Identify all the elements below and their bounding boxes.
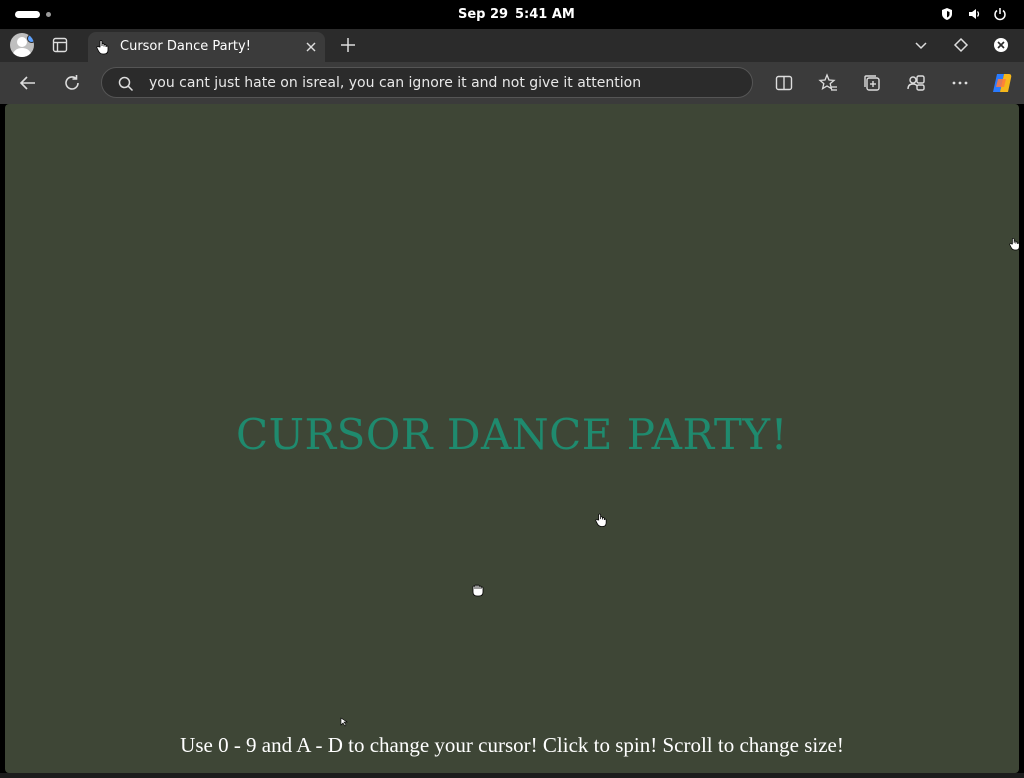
chevron-down-icon[interactable] bbox=[911, 35, 931, 55]
activities-indicator[interactable] bbox=[15, 11, 40, 18]
instructions-text: Use 0 - 9 and A - D to change your curso… bbox=[180, 733, 844, 757]
diamond-icon[interactable] bbox=[951, 35, 971, 55]
address-text[interactable]: you cant just hate on isreal, you can ig… bbox=[149, 75, 641, 91]
close-window-icon[interactable] bbox=[991, 35, 1011, 55]
page-content[interactable]: CURSOR DANCE PARTY! Use 0 - 9 and A - D … bbox=[5, 104, 1021, 773]
tab-title: Cursor Dance Party! bbox=[120, 39, 251, 54]
grab-hand-icon bbox=[471, 582, 485, 601]
navigation-bar: you cant just hate on isreal, you can ig… bbox=[0, 62, 1024, 104]
more-icon[interactable] bbox=[949, 72, 971, 94]
arrow-cursor-icon bbox=[340, 712, 350, 731]
volume-icon[interactable] bbox=[967, 7, 981, 21]
power-icon[interactable] bbox=[993, 7, 1007, 21]
tab-bar: Cursor Dance Party! bbox=[0, 29, 1024, 62]
profile-avatar[interactable] bbox=[10, 33, 34, 57]
search-icon bbox=[117, 75, 135, 93]
workspace-dot bbox=[46, 12, 51, 17]
hand-cursor-icon bbox=[1009, 235, 1021, 257]
tab-actions-icon[interactable] bbox=[50, 35, 70, 55]
back-arrow-icon[interactable] bbox=[17, 72, 39, 94]
favorites-icon[interactable] bbox=[817, 72, 839, 94]
page-title: CURSOR DANCE PARTY! bbox=[236, 410, 788, 459]
address-bar[interactable]: you cant just hate on isreal, you can ig… bbox=[101, 67, 753, 98]
hand-cursor-icon bbox=[96, 39, 110, 55]
split-screen-icon[interactable] bbox=[773, 72, 795, 94]
new-tab-icon[interactable] bbox=[338, 35, 358, 55]
collections-icon[interactable] bbox=[861, 72, 883, 94]
hand-cursor-icon bbox=[595, 512, 608, 532]
system-bar: Sep 29 5:41 AM bbox=[0, 0, 1024, 29]
system-time[interactable]: 5:41 AM bbox=[515, 7, 575, 22]
shield-icon[interactable] bbox=[940, 7, 954, 21]
tab-cursor-dance-party[interactable]: Cursor Dance Party! bbox=[88, 32, 325, 62]
extensions-icon[interactable] bbox=[905, 72, 927, 94]
copilot-icon[interactable] bbox=[989, 71, 1015, 95]
close-tab-icon[interactable] bbox=[303, 39, 319, 55]
window-bottom-border bbox=[0, 773, 1024, 778]
system-date[interactable]: Sep 29 bbox=[458, 7, 508, 22]
refresh-icon[interactable] bbox=[61, 72, 83, 94]
